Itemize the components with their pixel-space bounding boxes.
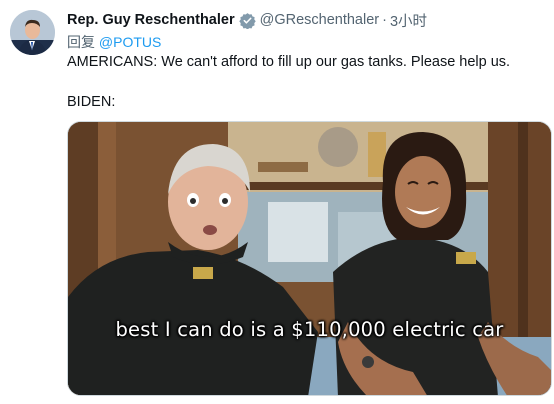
- meme-caption: best I can do is a $110,000 electric car: [115, 318, 504, 341]
- timestamp[interactable]: 3小时: [390, 10, 427, 31]
- separator-dot: ·: [382, 12, 387, 28]
- reply-prefix: 回复: [67, 34, 95, 50]
- reply-mention-link[interactable]: @POTUS: [99, 34, 161, 50]
- avatar[interactable]: [10, 10, 55, 55]
- tweet-text-line1: AMERICANS: We can't afford to fill up ou…: [67, 54, 511, 70]
- tweet-media-image[interactable]: best I can do is a $110,000 electric car: [67, 121, 552, 396]
- author-name[interactable]: Rep. Guy Reschenthaler: [67, 12, 235, 28]
- tweet-text-line2: BIDEN:: [67, 94, 116, 110]
- verified-badge-icon: [238, 12, 256, 29]
- meme-illustration: [68, 122, 551, 395]
- author-handle[interactable]: @GReschenthaler: [260, 12, 380, 28]
- tweet-header: Rep. Guy Reschenthaler @GReschenthaler ·…: [67, 10, 546, 30]
- reply-context: 回复 @POTUS: [67, 32, 161, 52]
